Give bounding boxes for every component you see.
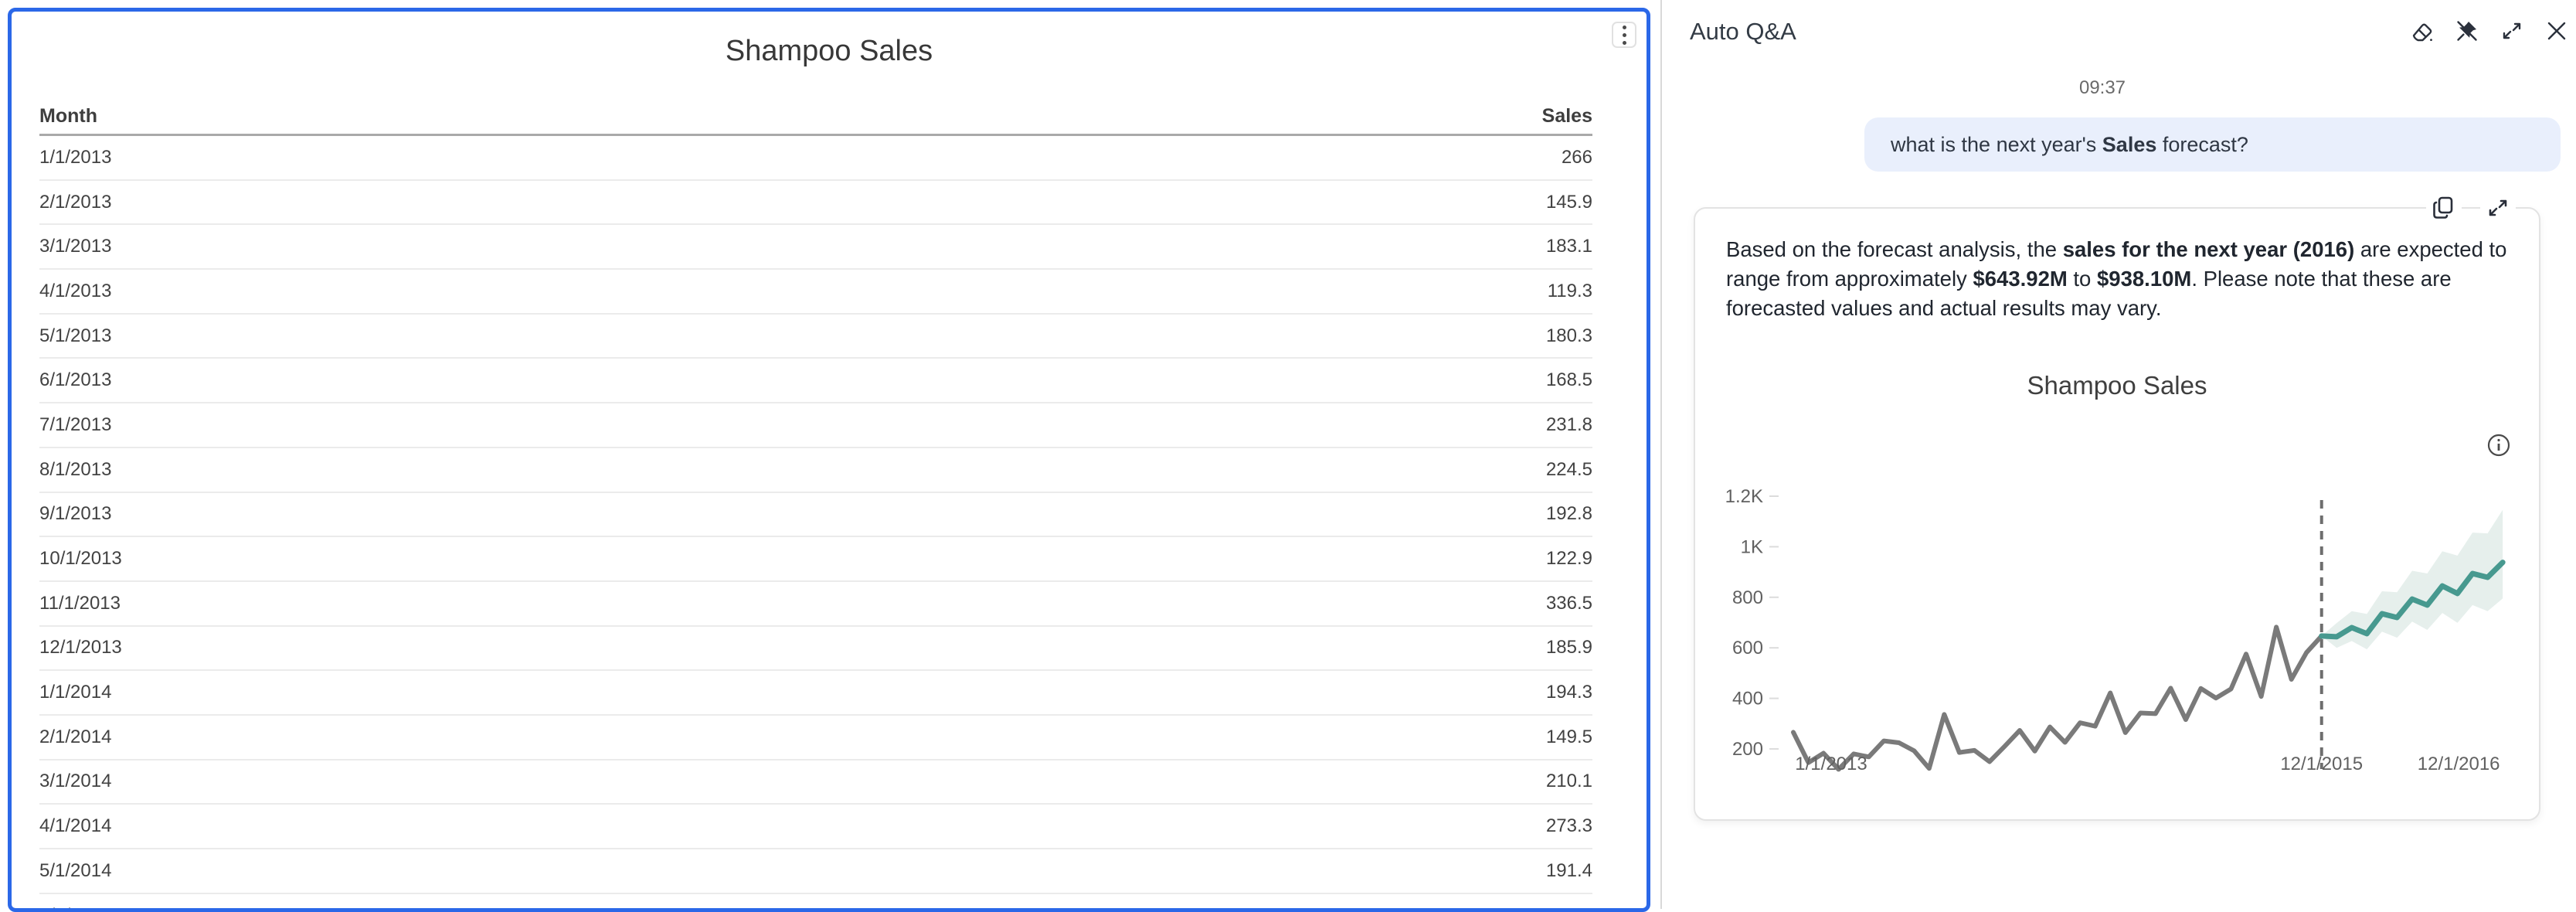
sales-cell: 122.9 — [1546, 548, 1592, 570]
expand-icon — [2499, 18, 2525, 44]
column-header-sales[interactable]: Sales — [1542, 105, 1592, 128]
answer-card-actions — [2426, 190, 2516, 226]
answer-card: Based on the forecast analysis, the sale… — [1694, 207, 2540, 821]
table-row[interactable]: 2/1/2014 149.5 — [39, 716, 1592, 761]
sales-cell: 145.9 — [1546, 192, 1592, 213]
month-cell: 5/1/2013 — [39, 325, 111, 347]
table-row[interactable]: 3/1/2013 183.1 — [39, 225, 1592, 270]
month-cell: 5/1/2014 — [39, 860, 111, 882]
x-axis-label: 1/1/2013 — [1795, 754, 1867, 774]
y-axis-label: 200 — [1732, 739, 1763, 760]
table-row[interactable]: 6/1/2013 168.5 — [39, 359, 1592, 403]
auto-qa-panel: Auto Q&A — [1662, 0, 2576, 909]
y-axis-label: 1.2K — [1725, 486, 1763, 507]
month-cell: 6/1/2014 — [39, 905, 111, 912]
month-cell: 9/1/2013 — [39, 503, 111, 525]
sales-cell: 231.8 — [1546, 414, 1592, 436]
sales-cell: 210.1 — [1546, 771, 1592, 792]
sales-cell: 336.5 — [1546, 593, 1592, 614]
month-cell: 3/1/2013 — [39, 236, 111, 257]
table-row[interactable]: 4/1/2013 119.3 — [39, 270, 1592, 315]
expand-icon — [2484, 194, 2512, 222]
table-row[interactable]: 9/1/2013 192.8 — [39, 493, 1592, 538]
sales-cell: 194.3 — [1546, 682, 1592, 703]
table-row[interactable]: 8/1/2013 224.5 — [39, 448, 1592, 493]
table-body: 1/1/2013 266 2/1/2013 145.9 3/1/2013 183.1 4/1… — [39, 136, 1592, 912]
sales-cell: 149.5 — [1546, 727, 1592, 748]
month-cell: 12/1/2013 — [39, 637, 122, 658]
y-axis-label: 1K — [1741, 536, 1763, 557]
month-cell: 2/1/2013 — [39, 192, 111, 213]
user-message-text: what is the next year's Sales forecast? — [1891, 133, 2248, 157]
table-row[interactable]: 3/1/2014 210.1 — [39, 761, 1592, 805]
month-cell: 4/1/2013 — [39, 281, 111, 302]
x-axis-label: 12/1/2015 — [2280, 754, 2363, 774]
sales-cell: 191.4 — [1546, 860, 1592, 882]
table-row[interactable]: 12/1/2013 185.9 — [39, 627, 1592, 672]
month-cell: 6/1/2013 — [39, 369, 111, 391]
table-visual-card[interactable]: Shampoo Sales Month Sales 1/1/2013 266 2/1… — [8, 8, 1650, 912]
column-header-month[interactable]: Month — [39, 105, 97, 128]
month-cell: 2/1/2014 — [39, 727, 111, 748]
sales-cell: 266 — [1562, 147, 1592, 168]
table-visual-title: Shampoo Sales — [12, 35, 1647, 68]
answer-text: Based on the forecast analysis, the sale… — [1695, 209, 2539, 323]
table-row[interactable]: 6/1/2014 287 — [39, 894, 1592, 912]
table-row[interactable]: 5/1/2013 180.3 — [39, 315, 1592, 359]
chat-timestamp: 09:37 — [1662, 77, 2543, 99]
y-axis-label: 600 — [1732, 638, 1763, 658]
pin-off-icon — [2454, 18, 2480, 44]
close-panel-button[interactable] — [2542, 16, 2571, 46]
month-cell: 1/1/2014 — [39, 682, 111, 703]
month-cell: 1/1/2013 — [39, 147, 111, 168]
y-axis-label: 800 — [1732, 587, 1763, 608]
table-header-row[interactable]: Month Sales — [39, 90, 1592, 136]
sales-cell: 273.3 — [1546, 815, 1592, 837]
x-axis-label: 12/1/2016 — [2418, 754, 2500, 774]
table-row[interactable]: 10/1/2013 122.9 — [39, 537, 1592, 582]
qa-panel-title: Auto Q&A — [1690, 18, 1796, 46]
sales-cell: 224.5 — [1546, 459, 1592, 481]
forecast-line-chart[interactable]: 200 400 600 800 1K 1.2K 1/1/2013 12/1/2015 12/1/… — [1695, 434, 2542, 782]
month-cell: 11/1/2013 — [39, 593, 121, 614]
sales-cell: 168.5 — [1546, 369, 1592, 391]
sales-cell: 192.8 — [1546, 503, 1592, 525]
sales-cell: 183.1 — [1546, 236, 1592, 257]
more-options-button[interactable] — [1612, 22, 1636, 48]
table-row[interactable]: 1/1/2013 266 — [39, 136, 1592, 181]
sales-table: Month Sales 1/1/2013 266 2/1/2013 145.9 3/1/… — [39, 90, 1592, 908]
y-axis-label: 400 — [1732, 689, 1763, 710]
eraser-icon — [2409, 18, 2435, 44]
table-row[interactable]: 7/1/2013 231.8 — [39, 403, 1592, 448]
close-icon — [2544, 18, 2570, 44]
table-row[interactable]: 11/1/2013 336.5 — [39, 582, 1592, 627]
table-row[interactable]: 4/1/2014 273.3 — [39, 805, 1592, 849]
copy-answer-button[interactable] — [2426, 190, 2462, 226]
clear-chat-button[interactable] — [2408, 16, 2437, 46]
month-cell: 10/1/2013 — [39, 548, 122, 570]
sales-cell: 119.3 — [1548, 281, 1592, 302]
table-row[interactable]: 5/1/2014 191.4 — [39, 849, 1592, 894]
month-cell: 3/1/2014 — [39, 771, 111, 792]
unpin-button[interactable] — [2452, 16, 2482, 46]
forecast-chart-title: Shampoo Sales — [1695, 371, 2539, 400]
month-cell: 8/1/2013 — [39, 459, 111, 481]
table-row[interactable]: 2/1/2013 145.9 — [39, 181, 1592, 226]
month-cell: 4/1/2014 — [39, 815, 111, 837]
qa-toolbar — [2408, 16, 2571, 46]
sales-cell: 185.9 — [1546, 637, 1592, 658]
historical-sales-line — [1793, 627, 2322, 769]
qa-panel-header: Auto Q&A — [1662, 0, 2576, 65]
user-message-bubble: what is the next year's Sales forecast? — [1864, 117, 2561, 172]
month-cell: 7/1/2013 — [39, 414, 111, 436]
expand-answer-button[interactable] — [2480, 190, 2516, 226]
sales-cell: 180.3 — [1546, 325, 1592, 347]
expand-panel-button[interactable] — [2497, 16, 2527, 46]
table-row[interactable]: 1/1/2014 194.3 — [39, 671, 1592, 716]
sales-cell: 287 — [1562, 905, 1592, 912]
copy-icon — [2430, 194, 2458, 222]
